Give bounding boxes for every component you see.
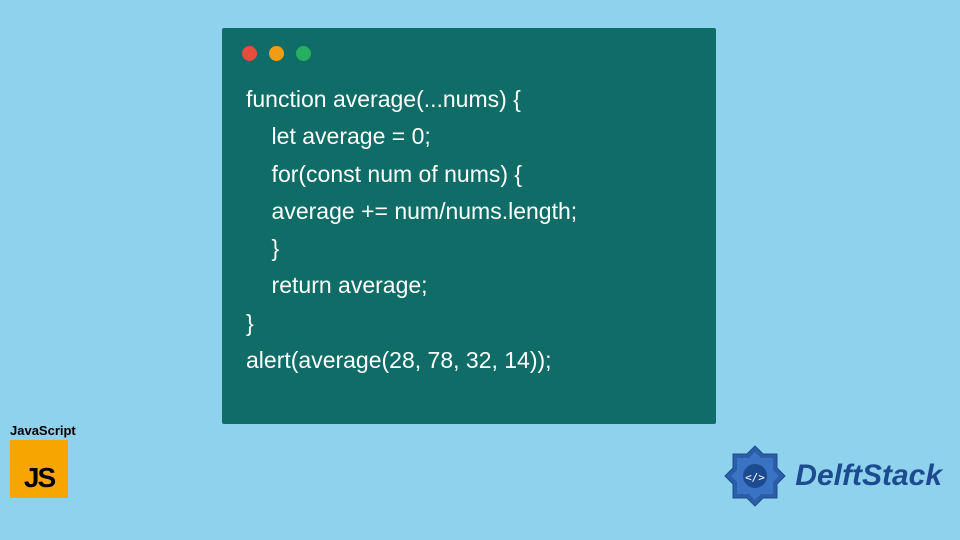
code-line: average += num/nums.length;	[246, 198, 577, 224]
code-line: let average = 0;	[246, 123, 431, 149]
code-content: function average(...nums) { let average …	[222, 69, 716, 391]
js-label: JavaScript	[10, 423, 82, 438]
window-controls	[222, 28, 716, 69]
maximize-icon	[296, 46, 311, 61]
delftstack-text: DelftStack	[795, 459, 942, 493]
minimize-icon	[269, 46, 284, 61]
close-icon	[242, 46, 257, 61]
delftstack-logo: </> DelftStack	[719, 440, 942, 512]
code-line: }	[246, 310, 254, 336]
javascript-logo: JavaScript JS	[10, 423, 82, 498]
js-badge-icon: JS	[10, 440, 68, 498]
code-window: function average(...nums) { let average …	[222, 28, 716, 424]
code-line: return average;	[246, 272, 428, 298]
code-line: for(const num of nums) {	[246, 161, 522, 187]
svg-text:</>: </>	[745, 471, 765, 484]
code-line: }	[246, 235, 279, 261]
code-line: function average(...nums) {	[246, 86, 521, 112]
delftstack-icon: </>	[719, 440, 791, 512]
code-line: alert(average(28, 78, 32, 14));	[246, 347, 552, 373]
js-badge-text: JS	[24, 462, 54, 494]
